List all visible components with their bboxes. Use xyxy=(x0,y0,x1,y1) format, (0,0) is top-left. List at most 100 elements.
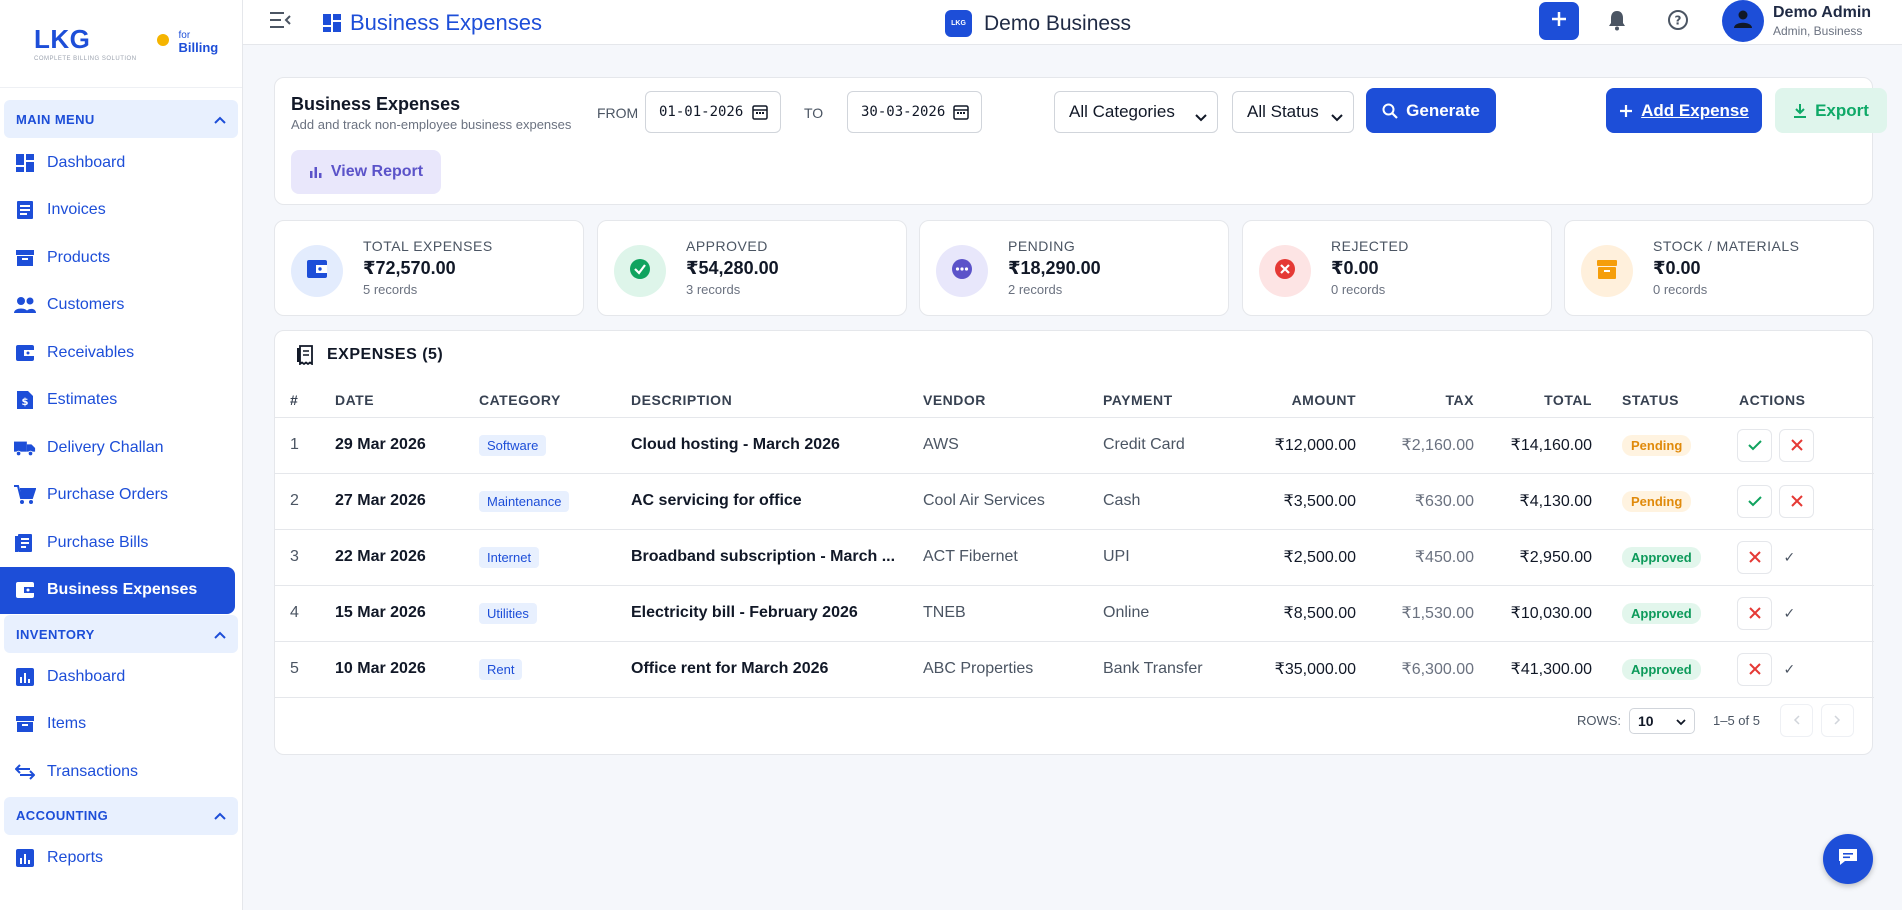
reject-button[interactable] xyxy=(1737,540,1772,574)
cell-num: 1 xyxy=(275,417,335,474)
calendar-icon[interactable] xyxy=(752,104,768,124)
table-row[interactable]: 4 15 Mar 2026 Utilities Electricity bill… xyxy=(275,585,1874,642)
view-report-label: View Report xyxy=(330,163,424,180)
status-select[interactable]: All Status xyxy=(1232,91,1354,133)
export-button[interactable]: Export xyxy=(1775,88,1887,133)
sidebar-item-label: Dashboard xyxy=(47,667,126,685)
help-icon[interactable]: ? xyxy=(1667,9,1689,36)
reject-button[interactable] xyxy=(1737,652,1772,686)
sidebar-item-delivery-challan[interactable]: Delivery Challan xyxy=(0,424,242,472)
sidebar-item-purchase-bills[interactable]: Purchase Bills xyxy=(0,519,242,567)
avatar[interactable] xyxy=(1722,0,1764,42)
sidebar-item-receivables[interactable]: Receivables xyxy=(0,329,242,377)
chevron-down-icon xyxy=(1676,713,1686,729)
stat-icon-wrap xyxy=(1581,245,1633,297)
cell-amount: ₹3,500.00 xyxy=(1239,473,1371,530)
sidebar-item-business-expenses[interactable]: Business Expenses xyxy=(0,566,235,614)
section-accounting[interactable]: ACCOUNTING xyxy=(4,796,238,835)
stat-label: TOTAL EXPENSES xyxy=(363,238,493,254)
user-name[interactable]: Demo Admin xyxy=(1773,4,1871,22)
stat-value: ₹72,570.00 xyxy=(363,258,456,278)
cell-tax: ₹6,300.00 xyxy=(1371,641,1489,698)
status-badge: Approved xyxy=(1622,658,1701,680)
cell-payment: UPI xyxy=(1103,529,1239,586)
col-header-amount: AMOUNT xyxy=(1239,383,1371,418)
cell-tax: ₹450.00 xyxy=(1371,529,1489,586)
bell-icon[interactable] xyxy=(1608,10,1626,36)
table-row[interactable]: 1 29 Mar 2026 Software Cloud hosting - M… xyxy=(275,417,1874,474)
sidebar-item-purchase-orders[interactable]: Purchase Orders xyxy=(0,472,242,520)
section-inventory[interactable]: INVENTORY xyxy=(4,615,238,653)
cell-status: Pending xyxy=(1607,417,1737,474)
table-title-text: EXPENSES (5) xyxy=(327,346,444,363)
cell-vendor: ABC Properties xyxy=(923,641,1103,698)
sidebar-item-items[interactable]: Items xyxy=(0,701,242,749)
sidebar-item-reports[interactable]: Reports xyxy=(0,835,242,883)
generate-button[interactable]: Generate xyxy=(1366,88,1496,133)
stat-card-approved: APPROVED ₹54,280.00 3 records xyxy=(597,220,907,316)
section-main-menu[interactable]: MAIN MENU xyxy=(4,100,238,138)
reject-button[interactable] xyxy=(1779,428,1815,462)
reject-button[interactable] xyxy=(1779,484,1815,518)
stat-icon-wrap xyxy=(936,245,988,297)
stat-label: PENDING xyxy=(1008,238,1076,254)
add-expense-button[interactable]: Add Expense xyxy=(1606,88,1762,133)
brand-logo[interactable]: LKG COMPLETE BILLING SOLUTION for Billin… xyxy=(0,0,242,88)
table-row[interactable]: 2 27 Mar 2026 Maintenance AC servicing f… xyxy=(275,473,1874,530)
approve-button[interactable] xyxy=(1737,484,1772,518)
rows-per-page-select[interactable]: 10 xyxy=(1629,707,1695,734)
download-icon xyxy=(1793,103,1807,119)
quick-add-button[interactable] xyxy=(1539,2,1579,40)
menu-toggle-icon[interactable] xyxy=(269,11,291,34)
cell-actions: ✓ xyxy=(1737,641,1874,698)
wallet-icon xyxy=(14,579,36,601)
check-circle-icon xyxy=(629,258,651,285)
cell-actions: ✓ xyxy=(1737,585,1874,642)
chevron-down-icon xyxy=(1195,107,1207,127)
chart-icon xyxy=(14,666,36,688)
cell-date: 27 Mar 2026 xyxy=(335,473,479,530)
expenses-table: # DATE CATEGORY DESCRIPTION VENDOR PAYME… xyxy=(275,383,1874,698)
close-icon xyxy=(1791,495,1803,507)
sidebar-item-products[interactable]: Products xyxy=(0,234,242,282)
chevron-up-icon xyxy=(214,627,226,642)
sidebar-item-transactions[interactable]: Transactions xyxy=(0,748,242,796)
logo-tagline: COMPLETE BILLING SOLUTION xyxy=(34,55,137,62)
col-header-total: TOTAL xyxy=(1489,383,1607,418)
chat-button[interactable] xyxy=(1823,834,1873,884)
business-switcher[interactable]: LKG Demo Business xyxy=(945,10,1131,37)
to-date-input[interactable]: 30-03-2026 xyxy=(847,91,982,133)
calendar-icon[interactable] xyxy=(953,104,969,124)
sidebar-item-estimates[interactable]: $ Estimates xyxy=(0,377,242,425)
approve-button[interactable] xyxy=(1737,428,1772,462)
generate-label: Generate xyxy=(1406,100,1480,120)
bar-chart-icon xyxy=(309,165,323,179)
table-row[interactable]: 5 10 Mar 2026 Rent Office rent for March… xyxy=(275,641,1874,698)
stat-icon-wrap xyxy=(614,245,666,297)
table-row[interactable]: 3 22 Mar 2026 Internet Broadband subscri… xyxy=(275,529,1874,586)
sidebar-item-dashboard[interactable]: Dashboard xyxy=(0,139,242,187)
cell-payment: Credit Card xyxy=(1103,417,1239,474)
sidebar-item-inventory-dashboard[interactable]: Dashboard xyxy=(0,653,242,701)
cell-amount: ₹12,000.00 xyxy=(1239,417,1371,474)
sidebar-item-customers[interactable]: Customers xyxy=(0,282,242,330)
col-header-actions: ACTIONS xyxy=(1737,383,1874,418)
col-header-status: STATUS xyxy=(1607,383,1737,418)
next-page-button[interactable] xyxy=(1821,704,1854,737)
cell-payment: Online xyxy=(1103,585,1239,642)
sidebar-item-invoices[interactable]: Invoices xyxy=(0,187,242,235)
cell-date: 10 Mar 2026 xyxy=(335,641,479,698)
reject-button[interactable] xyxy=(1737,596,1772,630)
from-date-input[interactable]: 01-01-2026 xyxy=(645,91,781,133)
view-report-button[interactable]: View Report xyxy=(291,150,441,194)
status-badge: Pending xyxy=(1622,490,1692,512)
sidebar-item-label: Estimates xyxy=(47,391,118,409)
business-name: Demo Business xyxy=(984,11,1132,35)
user-role: Admin, Business xyxy=(1773,24,1863,38)
prev-page-button[interactable] xyxy=(1780,704,1813,737)
filter-title: Business Expenses xyxy=(291,94,461,114)
cell-category: Rent xyxy=(479,641,631,698)
category-select[interactable]: All Categories xyxy=(1054,91,1218,133)
user-icon xyxy=(1733,9,1753,34)
cell-actions xyxy=(1737,473,1874,530)
